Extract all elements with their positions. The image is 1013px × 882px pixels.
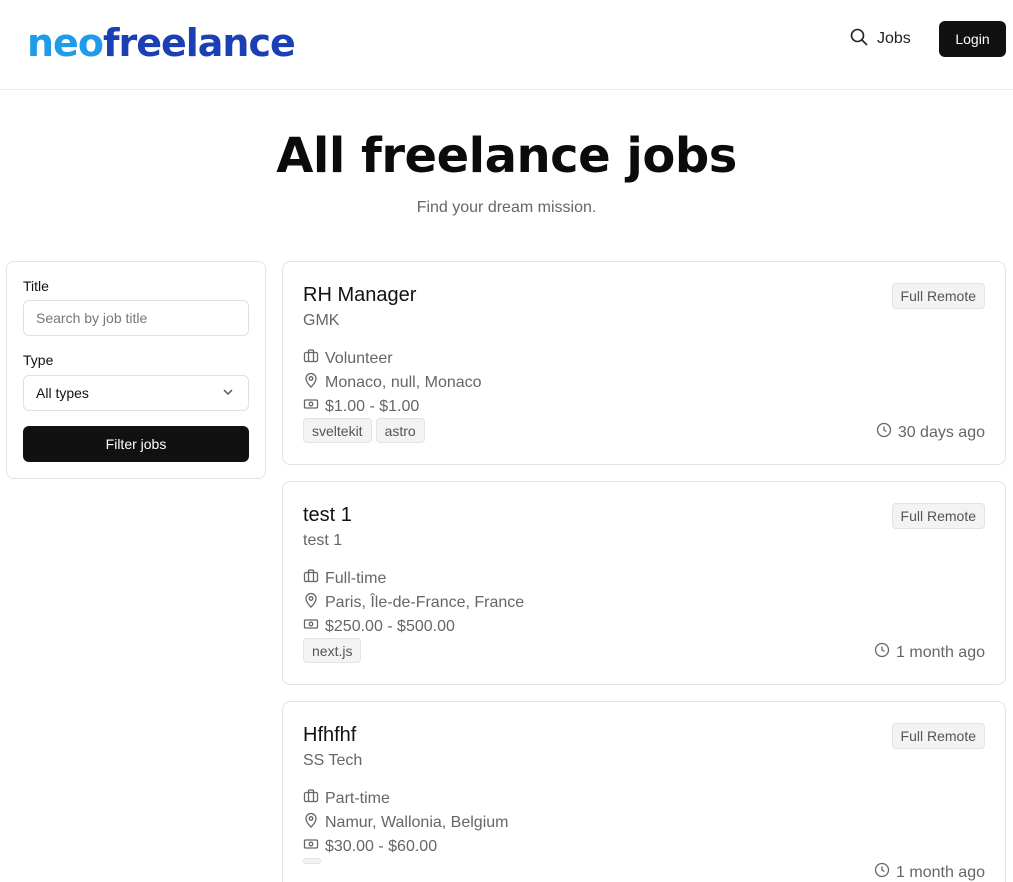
chevron-down-icon [220, 384, 236, 403]
job-salary: $30.00 - $60.00 [303, 836, 437, 857]
search-icon [849, 27, 869, 52]
banknote-icon [303, 836, 319, 857]
job-card[interactable]: RH Manager GMK Full Remote Volunteer Mon… [282, 261, 1006, 465]
nav-jobs-label: Jobs [877, 30, 911, 47]
job-title[interactable]: test 1 [303, 504, 352, 527]
type-select-value: All types [36, 385, 89, 401]
job-type: Part-time [303, 788, 390, 809]
briefcase-icon [303, 348, 319, 369]
logo-part-freelance: freelance [102, 21, 296, 65]
job-tags [303, 858, 321, 864]
clock-icon [876, 422, 892, 443]
job-card[interactable]: test 1 test 1 Full Remote Full-time Pari… [282, 481, 1006, 685]
job-location-label: Namur, Wallonia, Belgium [325, 813, 509, 831]
banknote-icon [303, 396, 319, 417]
job-posted-label: 30 days ago [897, 423, 985, 441]
job-type: Volunteer [303, 348, 393, 369]
job-location: Namur, Wallonia, Belgium [303, 812, 508, 833]
remote-badge: Full Remote [891, 283, 985, 309]
job-title[interactable]: Hfhfhf [303, 724, 356, 747]
job-location-label: Monaco, null, Monaco [325, 373, 482, 391]
job-posted-time: 1 month ago [874, 642, 985, 663]
title-search-input[interactable] [23, 300, 249, 336]
job-posted-time: 1 month ago [874, 862, 985, 882]
job-salary-label: $1.00 - $1.00 [325, 397, 420, 415]
clock-icon [874, 642, 890, 663]
skill-tag: astro [375, 418, 425, 443]
job-location: Paris, Île-de-France, France [303, 592, 524, 613]
map-pin-icon [303, 372, 319, 393]
remote-badge: Full Remote [891, 503, 985, 529]
login-button[interactable]: Login [939, 21, 1006, 57]
job-type: Full-time [303, 568, 386, 589]
nav-jobs-link[interactable]: Jobs [849, 28, 911, 50]
briefcase-icon [303, 788, 319, 809]
filter-panel: Title Type All types Filter jobs [6, 261, 266, 479]
page-subtitle: Find your dream mission. [416, 199, 597, 216]
job-location-label: Paris, Île-de-France, France [325, 593, 525, 611]
job-tags: sveltekit astro [303, 418, 425, 443]
clock-icon [874, 862, 890, 882]
briefcase-icon [303, 568, 319, 589]
job-posted-label: 1 month ago [896, 863, 985, 881]
job-salary-label: $250.00 - $500.00 [325, 617, 455, 635]
remote-badge: Full Remote [891, 723, 985, 749]
job-tags: next.js [303, 638, 362, 663]
job-posted-label: 1 month ago [896, 643, 985, 661]
job-company: GMK [303, 312, 340, 329]
job-company: test 1 [303, 532, 343, 549]
type-select[interactable]: All types [23, 375, 249, 411]
skill-tag [303, 858, 321, 864]
map-pin-icon [303, 812, 319, 833]
skill-tag: sveltekit [303, 418, 372, 443]
job-card[interactable]: Hfhfhf SS Tech Full Remote Part-time Nam… [282, 701, 1006, 882]
filter-jobs-button[interactable]: Filter jobs [23, 426, 249, 462]
type-filter-label: Type [23, 352, 54, 368]
logo-part-neo: neo [27, 21, 104, 65]
logo[interactable]: neofreelance [27, 20, 296, 66]
job-posted-time: 30 days ago [876, 422, 985, 443]
banknote-icon [303, 616, 319, 637]
job-salary-label: $30.00 - $60.00 [325, 837, 438, 855]
job-type-label: Volunteer [325, 349, 393, 367]
site-header: neofreelance Jobs Login [0, 0, 1013, 90]
job-salary: $250.00 - $500.00 [303, 616, 455, 637]
page-title: All freelance jobs [276, 128, 737, 184]
job-type-label: Part-time [325, 789, 390, 807]
map-pin-icon [303, 592, 319, 613]
job-company: SS Tech [303, 752, 363, 769]
job-salary: $1.00 - $1.00 [303, 396, 419, 417]
job-location: Monaco, null, Monaco [303, 372, 482, 393]
title-filter-label: Title [23, 278, 49, 294]
job-title[interactable]: RH Manager [303, 284, 416, 307]
job-type-label: Full-time [325, 569, 387, 587]
skill-tag: next.js [303, 638, 362, 663]
